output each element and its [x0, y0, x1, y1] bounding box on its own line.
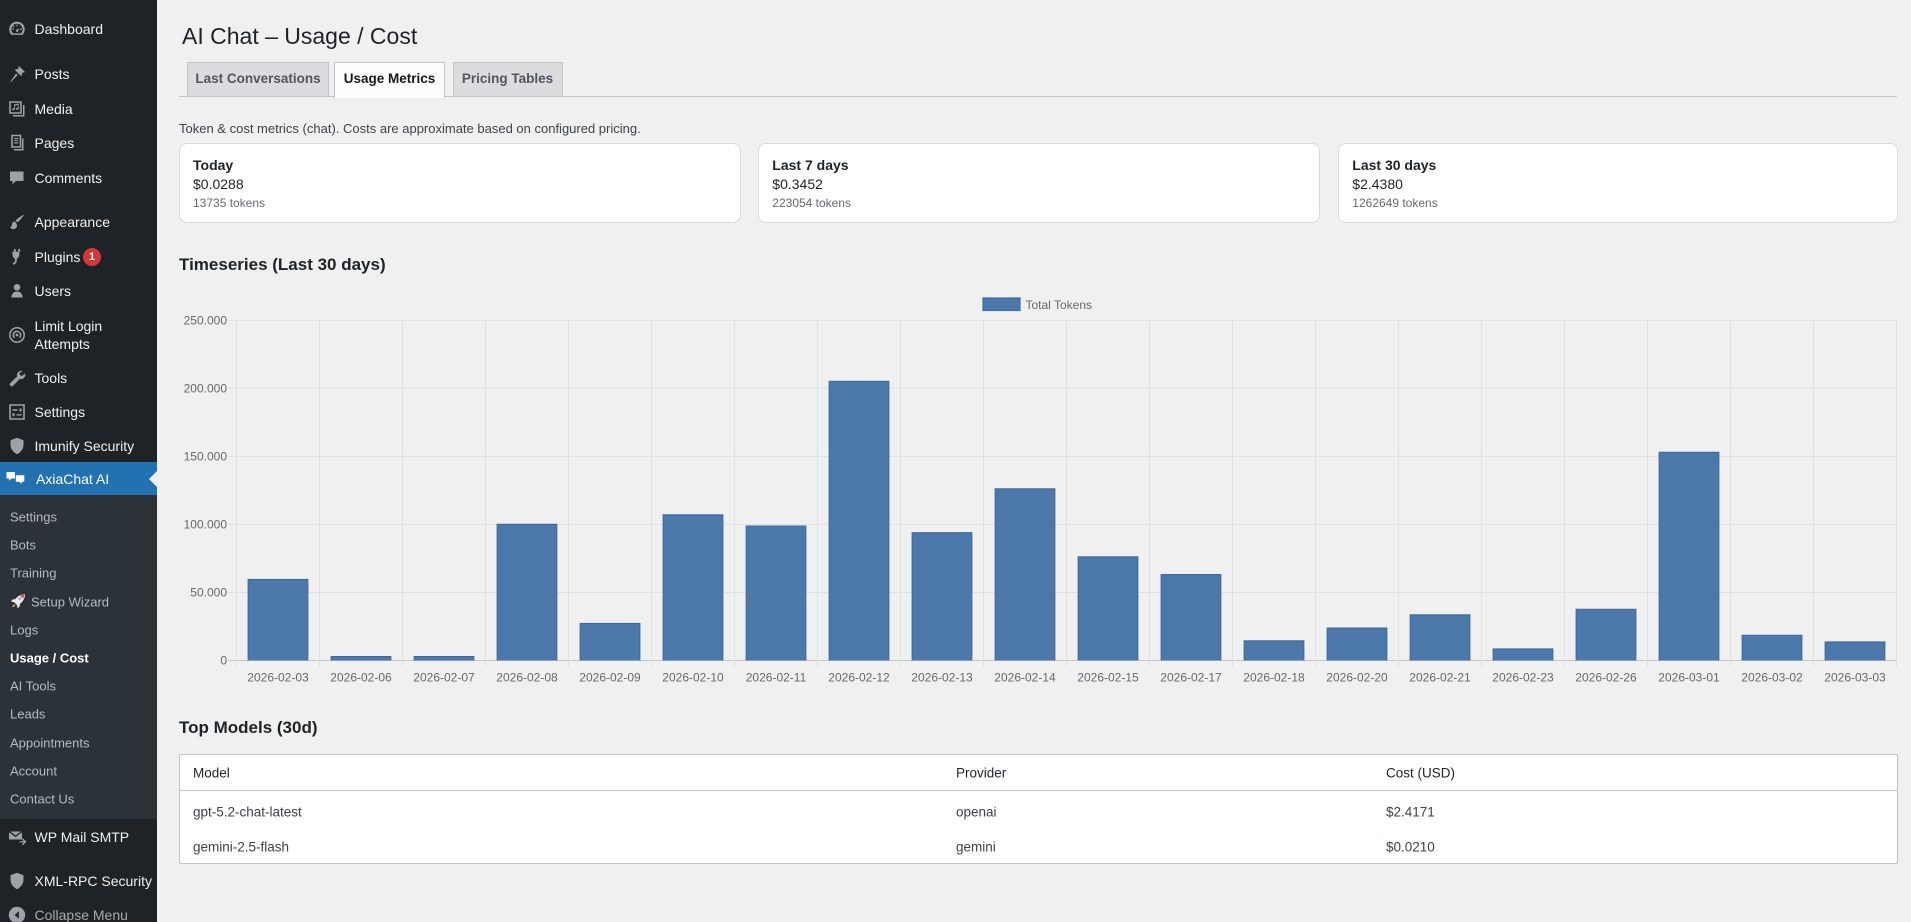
svg-text:2026-03-02: 2026-03-02 — [1741, 671, 1803, 685]
svg-text:2026-02-09: 2026-02-09 — [579, 671, 641, 685]
svg-text:2026-02-17: 2026-02-17 — [1160, 671, 1222, 685]
svg-text:2026-02-23: 2026-02-23 — [1492, 671, 1554, 685]
svg-text:2026-02-26: 2026-02-26 — [1575, 671, 1637, 685]
svg-text:150.000: 150.000 — [184, 450, 228, 464]
svg-text:2026-03-01: 2026-03-01 — [1658, 671, 1720, 685]
svg-text:2026-02-14: 2026-02-14 — [994, 671, 1056, 685]
svg-text:0: 0 — [220, 654, 227, 668]
svg-text:2026-02-21: 2026-02-21 — [1409, 671, 1471, 685]
svg-text:2026-02-18: 2026-02-18 — [1243, 671, 1305, 685]
svg-text:Total Tokens: Total Tokens — [1026, 298, 1093, 312]
svg-text:2026-02-07: 2026-02-07 — [413, 671, 475, 685]
svg-text:200.000: 200.000 — [184, 382, 228, 396]
svg-text:250.000: 250.000 — [184, 314, 228, 328]
svg-text:2026-02-12: 2026-02-12 — [828, 671, 890, 685]
svg-text:2026-02-20: 2026-02-20 — [1326, 671, 1388, 685]
svg-text:50.000: 50.000 — [190, 586, 227, 600]
svg-text:2026-02-08: 2026-02-08 — [496, 671, 558, 685]
svg-text:2026-02-10: 2026-02-10 — [662, 671, 724, 685]
svg-text:2026-02-03: 2026-02-03 — [247, 671, 309, 685]
svg-text:2026-02-13: 2026-02-13 — [911, 671, 973, 685]
svg-text:2026-03-03: 2026-03-03 — [1824, 671, 1886, 685]
svg-text:2026-02-06: 2026-02-06 — [330, 671, 392, 685]
svg-text:100.000: 100.000 — [184, 518, 228, 532]
svg-text:2026-02-15: 2026-02-15 — [1077, 671, 1139, 685]
svg-text:2026-02-11: 2026-02-11 — [746, 671, 807, 685]
